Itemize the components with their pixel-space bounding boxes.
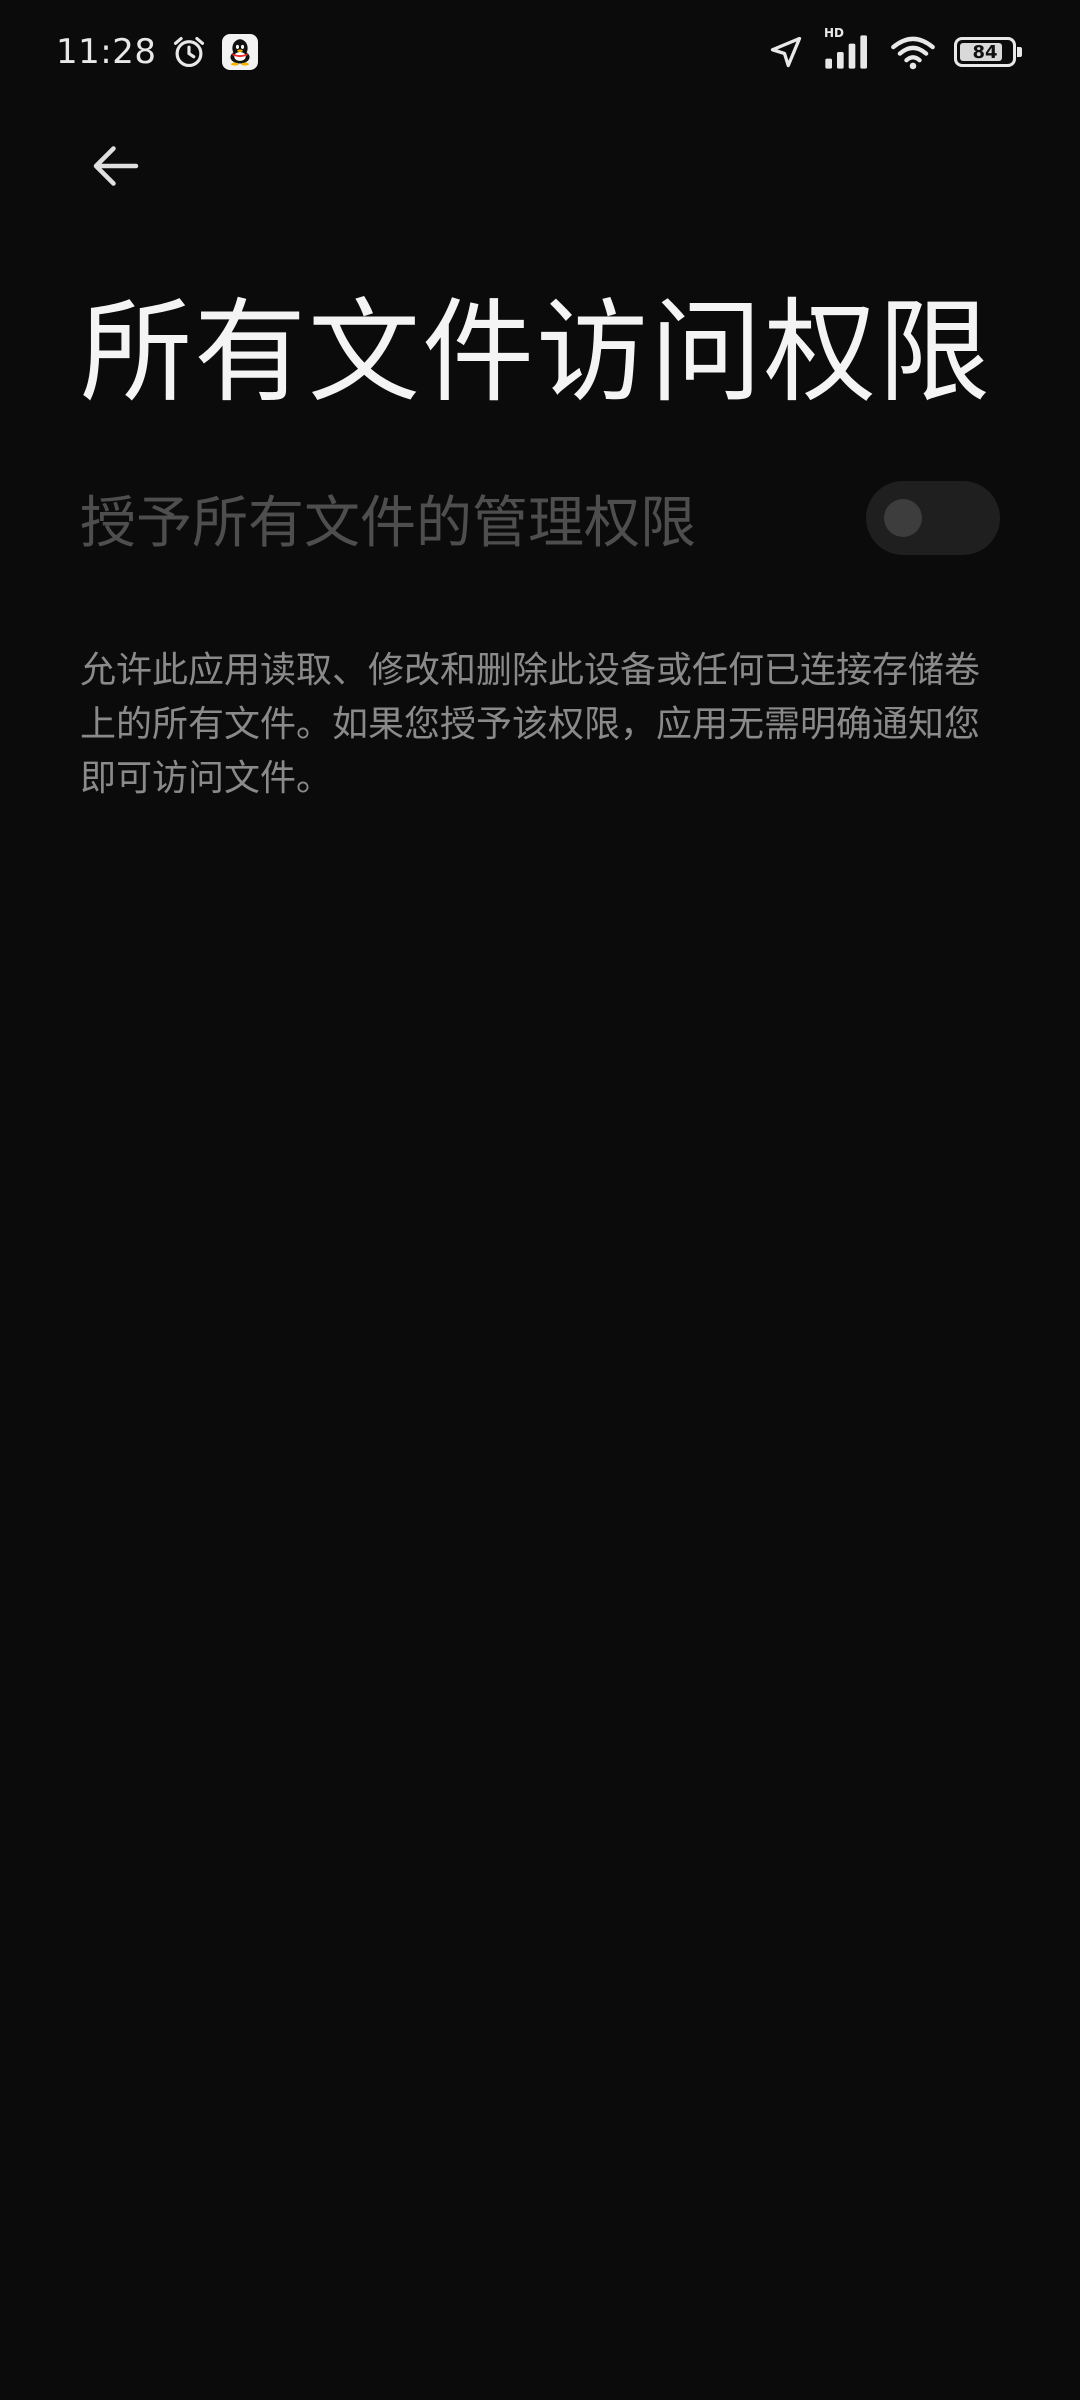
status-bar: 11:28 HD 84 [0,0,1080,110]
switch-knob [884,499,922,537]
page-title: 所有文件访问权限 [80,288,992,418]
permission-switch[interactable] [866,481,1000,555]
status-left: 11:28 [56,28,259,76]
cell-signal-icon: HD [822,26,872,72]
status-right: HD 84 [768,26,1022,76]
arrow-left-icon [93,146,139,186]
permission-toggle-row[interactable]: 授予所有文件的管理权限 [80,470,1000,566]
status-time: 11:28 [56,32,157,72]
battery-level: 84 [972,41,998,63]
location-arrow-icon [768,34,804,70]
toggle-label: 授予所有文件的管理权限 [80,490,696,556]
qq-app-icon [222,34,259,70]
wifi-icon [890,33,936,71]
hd-label: HD [824,26,845,40]
alarm-icon [170,33,208,71]
back-button[interactable] [78,128,154,204]
permission-description: 允许此应用读取、修改和删除此设备或任何已连接存储卷上的所有文件。如果您授予该权限… [80,650,981,799]
battery-icon: 84 [954,37,1022,67]
